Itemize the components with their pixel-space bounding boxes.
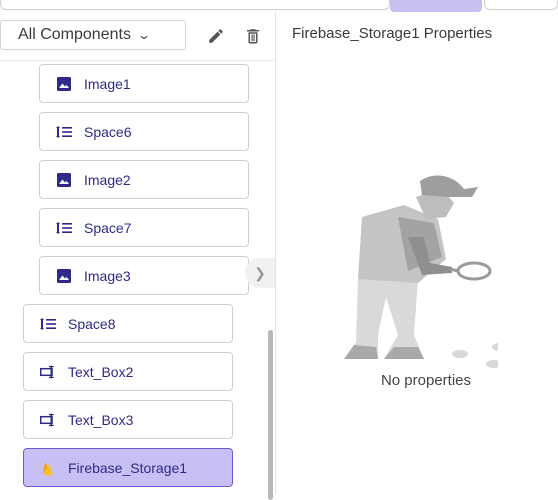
detective-illustration — [344, 175, 498, 368]
tree-item-space7[interactable]: Space7 — [39, 208, 249, 247]
properties-title: Firebase_Storage1 Properties — [292, 25, 493, 42]
image-icon — [56, 268, 72, 284]
chevron-right-icon: ❯ — [254, 264, 266, 281]
image-icon — [56, 76, 72, 92]
top-tab[interactable] — [484, 0, 558, 10]
spacing-icon — [56, 124, 72, 140]
no-properties-text: No properties — [380, 372, 472, 389]
tree-item-label: Space8 — [68, 315, 116, 332]
top-tab-strip — [0, 0, 558, 12]
components-panel: All Components ⌄ Image1 Space6 Image2 Sp… — [0, 12, 276, 500]
tree-item-space6[interactable]: Space6 — [39, 112, 249, 151]
spacing-icon — [56, 220, 72, 236]
tree-item-label: Space7 — [84, 219, 132, 236]
top-tab[interactable] — [0, 0, 390, 10]
tree-item-image2[interactable]: Image2 — [39, 160, 249, 199]
textbox-icon — [40, 364, 56, 380]
tree-item-label: Firebase_Storage1 — [68, 459, 188, 476]
pencil-icon[interactable] — [206, 26, 226, 46]
header-divider — [0, 60, 275, 61]
textbox-icon — [40, 412, 56, 428]
component-filter-select[interactable]: All Components ⌄ — [0, 20, 186, 50]
tree-item-label: Image1 — [84, 75, 131, 92]
tree-item-label: Image3 — [84, 267, 131, 284]
tree-item-label: Space6 — [84, 123, 132, 140]
tree-item-label: Image2 — [84, 171, 131, 188]
tree-item-label: Text_Box3 — [68, 411, 134, 428]
properties-panel: Firebase_Storage1 Properties No properti… — [276, 12, 558, 494]
firebase-icon — [40, 460, 56, 476]
tree-item-space8[interactable]: Space8 — [23, 304, 233, 343]
tree-item-image3[interactable]: Image3 — [39, 256, 249, 295]
chevron-down-icon: ⌄ — [136, 28, 152, 42]
trash-icon[interactable] — [243, 26, 263, 46]
collapse-panel-button[interactable]: ❯ — [245, 258, 275, 288]
tree-item-text-box2[interactable]: Text_Box2 — [23, 352, 233, 391]
tree-scrollbar[interactable] — [268, 330, 273, 500]
tree-item-image1[interactable]: Image1 — [39, 64, 249, 103]
tree-item-label: Text_Box2 — [68, 363, 134, 380]
component-filter-value: All Components — [18, 26, 131, 43]
spacing-icon — [40, 316, 56, 332]
image-icon — [56, 172, 72, 188]
top-tab-active[interactable] — [390, 0, 482, 12]
tree-item-text-box3[interactable]: Text_Box3 — [23, 400, 233, 439]
tree-item-firebase-storage1[interactable]: Firebase_Storage1 — [23, 448, 233, 487]
